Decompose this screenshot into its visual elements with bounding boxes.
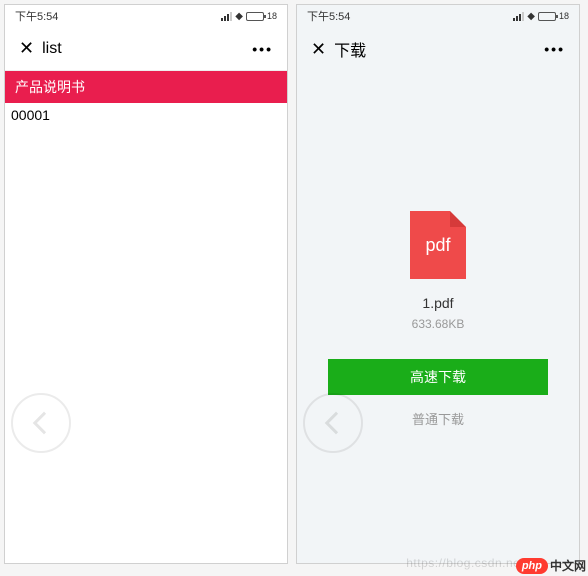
file-size: 633.68KB [412, 317, 465, 331]
more-icon[interactable]: ••• [252, 41, 273, 57]
close-icon[interactable]: ✕ [19, 38, 34, 59]
status-time: 下午5:54 [307, 8, 350, 24]
logo-cn-text: 中文网 [550, 557, 586, 574]
signal-icon [221, 12, 232, 21]
signal-icon [513, 12, 524, 21]
status-time: 下午5:54 [15, 8, 58, 24]
normal-download-button[interactable]: 普通下载 [412, 409, 464, 428]
nav-bar: ✕ list ••• [5, 27, 287, 71]
phone-screen-download: 下午5:54 ◆ 18 ✕ 下载 ••• pdf 1.pdf 633.68KB … [296, 4, 580, 564]
back-floating-button[interactable] [11, 393, 71, 453]
nav-title: 下载 [334, 37, 366, 61]
pdf-file-icon: pdf [410, 211, 466, 279]
chevron-left-icon [33, 412, 56, 435]
site-logo: php 中文网 [516, 557, 586, 574]
status-bar: 下午5:54 ◆ 18 [297, 5, 579, 27]
battery-icon [538, 12, 556, 21]
status-bar: 下午5:54 ◆ 18 [5, 5, 287, 27]
battery-percent: 18 [559, 11, 569, 21]
status-indicators: ◆ 18 [513, 11, 569, 22]
wifi-icon: ◆ [235, 11, 243, 22]
pdf-label: pdf [425, 235, 450, 256]
watermark-text: https://blog.csdn.net/ [406, 556, 528, 570]
more-icon[interactable]: ••• [544, 41, 565, 57]
phone-screen-list: 下午5:54 ◆ 18 ✕ list ••• 产品说明书 00001 [4, 4, 288, 564]
wifi-icon: ◆ [527, 11, 535, 22]
battery-percent: 18 [267, 11, 277, 21]
chevron-left-icon [325, 412, 348, 435]
close-icon[interactable]: ✕ [311, 39, 326, 60]
list-item[interactable]: 00001 [5, 103, 287, 127]
status-indicators: ◆ 18 [221, 11, 277, 22]
fast-download-button[interactable]: 高速下载 [328, 359, 548, 395]
battery-icon [246, 12, 264, 21]
logo-php-pill: php [516, 558, 548, 574]
back-floating-button[interactable] [303, 393, 363, 453]
nav-bar: ✕ 下载 ••• [297, 27, 579, 71]
nav-title: list [42, 40, 62, 58]
section-header: 产品说明书 [5, 71, 287, 103]
file-name: 1.pdf [422, 295, 453, 311]
